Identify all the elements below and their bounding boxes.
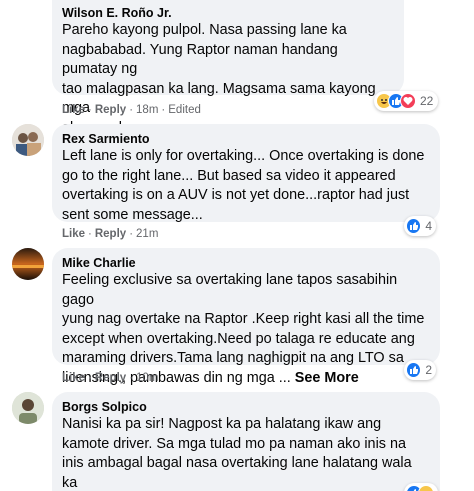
comment-text: Nanisi ka pa sir! Nagpost ka pa halatang… (62, 416, 412, 491)
comment-text-body: Feeling exclusive sa overtaking lane tap… (62, 272, 425, 386)
reaction-summary[interactable]: 2 (404, 360, 436, 380)
reaction-summary[interactable]: 4 (404, 216, 436, 236)
comment-author[interactable]: Rex Sarmiento (62, 131, 430, 147)
comment-time[interactable]: 10m (136, 372, 158, 384)
comment-time[interactable]: 18m (136, 104, 158, 116)
like-action[interactable]: Like (62, 372, 85, 384)
love-icon (400, 93, 416, 109)
reaction-summary[interactable] (404, 483, 438, 491)
reply-action[interactable]: Reply (95, 372, 126, 384)
like-action[interactable]: Like (62, 104, 85, 116)
like-icon (406, 218, 422, 234)
comment-author[interactable]: Wilson E. Roño Jr. (62, 5, 394, 21)
comment-actions: Like · Reply · 21m (62, 228, 159, 240)
reaction-count: 22 (420, 94, 434, 108)
haha-icon (418, 485, 434, 491)
reply-action[interactable]: Reply (95, 228, 126, 240)
comment-author[interactable]: Mike Charlie (62, 255, 430, 271)
like-icon (406, 362, 422, 378)
comment-bubble: Mike Charlie Feeling exclusive sa overta… (52, 248, 440, 386)
comment-author[interactable]: Borgs Solpico (62, 399, 430, 415)
comment-text: Pareho kayong pulpol. Nasa passing lane … (62, 22, 376, 136)
like-action[interactable]: Like (62, 228, 85, 240)
avatar[interactable] (12, 124, 44, 156)
comment-actions: Like · Reply · 10m (62, 372, 159, 384)
reaction-count: 4 (425, 219, 432, 233)
comment-actions: Like · Reply · 18m · Edited (62, 104, 201, 116)
edited-label[interactable]: Edited (168, 104, 201, 116)
comment-time[interactable]: 21m (136, 228, 158, 240)
comment-bubble: Rex Sarmiento Left lane is only for over… (52, 124, 440, 223)
comment-bubble: Borgs Solpico Nanisi ka pa sir! Nagpost … (52, 392, 440, 491)
reply-action[interactable]: Reply (95, 104, 126, 116)
comment-text: Left lane is only for overtaking... Once… (62, 148, 425, 223)
see-more-link[interactable]: See More (295, 370, 359, 386)
reaction-summary[interactable]: 22 (374, 91, 438, 111)
comment-bubble: Wilson E. Roño Jr. Pareho kayong pulpol.… (52, 0, 404, 136)
avatar[interactable] (12, 392, 44, 424)
avatar[interactable] (12, 248, 44, 280)
reaction-count: 2 (425, 363, 432, 377)
